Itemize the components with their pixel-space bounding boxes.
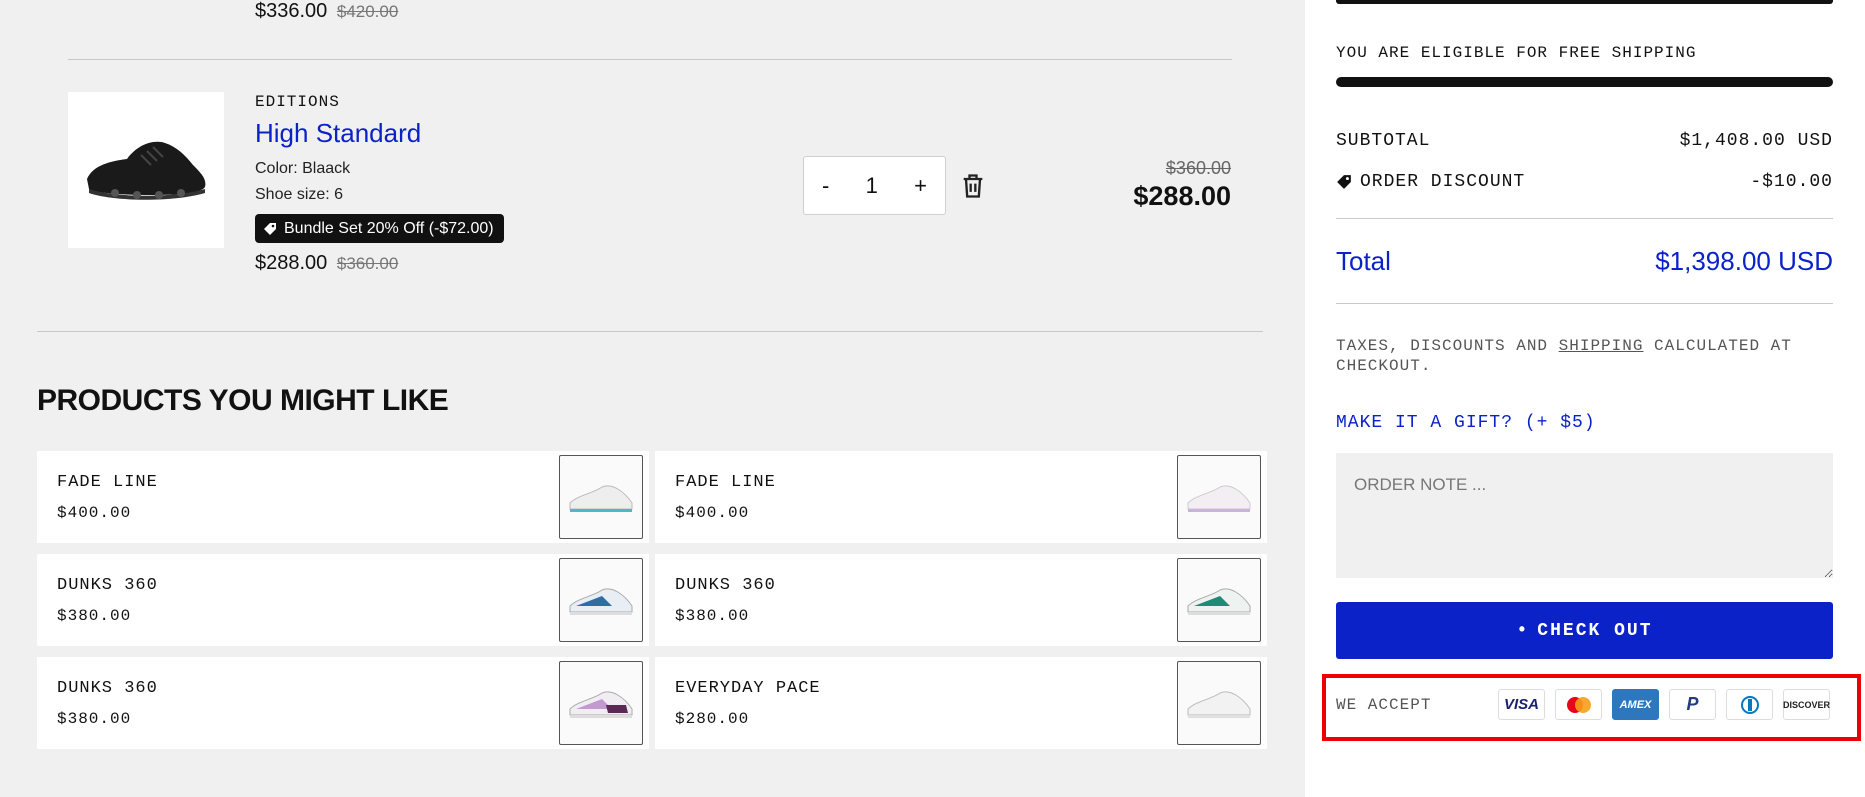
product-card-price: $380.00 [57, 710, 132, 728]
shipping-link[interactable]: SHIPPING [1559, 337, 1644, 355]
product-card[interactable]: DUNKS 360 $380.00 [655, 554, 1267, 646]
discover-label: DISCOVER [1783, 699, 1831, 710]
mastercard-circles [1566, 696, 1591, 713]
divider [1336, 303, 1833, 304]
product-card[interactable]: FADE LINE $400.00 [655, 451, 1267, 543]
discount-label: ORDER DISCOUNT [1360, 172, 1526, 192]
tag-icon [264, 222, 276, 235]
divider [1336, 218, 1833, 219]
checkout-button[interactable]: • CHECK OUT [1336, 602, 1833, 659]
line-compare-price: $360.00 [1165, 158, 1231, 178]
order-note-field[interactable] [1336, 453, 1833, 578]
discount-row: ORDER DISCOUNT -$10.00 [1336, 172, 1833, 192]
bullet-icon: • [1516, 620, 1530, 641]
product-card-price: $380.00 [675, 607, 750, 625]
product-card-name: FADE LINE [675, 473, 776, 492]
previous-item-price-value: $336.00 [255, 0, 328, 22]
line-total-price: $288.00 [1133, 181, 1231, 211]
sneaker-icon [1187, 588, 1251, 615]
sneaker-icon [569, 485, 633, 512]
previous-item-compare-price: $420.00 [336, 2, 399, 21]
paypal-glyph: P [1686, 694, 1699, 714]
black-shoe-icon [87, 141, 206, 200]
quantity-decrease-button[interactable]: - [822, 173, 829, 199]
free-shipping-progress-bar [1336, 77, 1833, 87]
discount-value: -$10.00 [1750, 172, 1833, 192]
product-size: Shoe size: 6 [255, 186, 344, 203]
product-card-image[interactable] [559, 661, 643, 745]
total-row: Total $1,398.00 USD [1336, 246, 1833, 277]
bundle-discount-badge: Bundle Set 20% Off (-$72.00) [255, 214, 504, 243]
product-card-image[interactable] [1177, 455, 1261, 539]
taxes-note: TAXES, DISCOUNTS AND SHIPPING CALCULATED… [1336, 336, 1833, 376]
divider [37, 331, 1263, 332]
discover-icon: DISCOVER [1783, 689, 1830, 720]
bundle-discount-text: Bundle Set 20% Off (-$72.00) [284, 219, 494, 237]
checkout-label: CHECK OUT [1537, 620, 1653, 641]
product-card-image[interactable] [559, 455, 643, 539]
total-label: Total [1336, 246, 1391, 276]
product-card[interactable]: DUNKS 360 $380.00 [37, 554, 649, 646]
sneaker-icon [1187, 485, 1251, 512]
product-compare-price: $360.00 [336, 254, 399, 273]
diners-glyph [1740, 695, 1759, 714]
total-value: $1,398.00 USD [1655, 246, 1833, 276]
sneaker-icon [569, 691, 633, 718]
amex-label: AMEX [1619, 698, 1652, 711]
product-card-name: DUNKS 360 [675, 576, 776, 595]
previous-item-price: $336.00 $420.00 [255, 0, 398, 23]
visa-icon: VISA [1498, 689, 1545, 720]
subtotal-row: SUBTOTAL $1,408.00 USD [1336, 131, 1833, 151]
product-card-name: DUNKS 360 [57, 679, 158, 698]
product-card-price: $400.00 [57, 504, 132, 522]
product-vendor: EDITIONS [255, 93, 340, 111]
mastercard-icon [1555, 689, 1602, 720]
cart-items-area: $336.00 $420.00 EDITIONS High Standard C… [37, 0, 1267, 797]
amex-icon: AMEX [1612, 689, 1659, 720]
product-price-value: $288.00 [255, 252, 328, 274]
product-card-price: $400.00 [675, 504, 750, 522]
quantity-increase-button[interactable]: + [914, 173, 927, 199]
visa-label: VISA [1503, 696, 1539, 713]
product-card[interactable]: EVERYDAY PACE $280.00 [655, 657, 1267, 749]
recommendations-heading: PRODUCTS YOU MIGHT LIKE [37, 384, 449, 417]
product-image[interactable] [68, 92, 224, 248]
product-card-name: DUNKS 360 [57, 576, 158, 595]
product-card-price: $380.00 [57, 607, 132, 625]
divider [68, 59, 1232, 60]
make-it-a-gift-link[interactable]: MAKE IT A GIFT? (+ $5) [1336, 413, 1596, 433]
subtotal-value: $1,408.00 USD [1679, 131, 1833, 151]
we-accept-label: WE ACCEPT [1336, 696, 1432, 714]
product-title-link[interactable]: High Standard [255, 118, 421, 149]
product-card-name: FADE LINE [57, 473, 158, 492]
trash-icon[interactable] [959, 172, 987, 200]
discount-label-group: ORDER DISCOUNT [1336, 172, 1525, 192]
sneaker-icon [569, 588, 633, 615]
quantity-value[interactable]: 1 [866, 173, 878, 199]
free-shipping-message: YOU ARE ELIGIBLE FOR FREE SHIPPING [1336, 44, 1697, 62]
product-card-name: EVERYDAY PACE [675, 679, 821, 698]
quantity-stepper[interactable]: - 1 + [803, 156, 946, 215]
product-card-image[interactable] [1177, 558, 1261, 642]
paypal-icon: P [1669, 689, 1716, 720]
product-price: $288.00 $360.00 [255, 252, 398, 275]
product-card-price: $280.00 [675, 710, 750, 728]
tag-icon [1337, 175, 1351, 189]
product-card[interactable]: DUNKS 360 $380.00 [37, 657, 649, 749]
product-card[interactable]: FADE LINE $400.00 [37, 451, 649, 543]
product-color: Color: Blaack [255, 160, 351, 177]
taxes-note-text: TAXES, DISCOUNTS AND [1336, 337, 1559, 355]
diners-club-icon [1726, 689, 1773, 720]
product-card-image[interactable] [1177, 661, 1261, 745]
progress-bar-edge [1336, 0, 1833, 4]
subtotal-label: SUBTOTAL [1336, 131, 1431, 151]
order-summary-panel: YOU ARE ELIGIBLE FOR FREE SHIPPING SUBTO… [1305, 0, 1865, 797]
product-card-image[interactable] [559, 558, 643, 642]
sneaker-icon [1187, 691, 1251, 718]
